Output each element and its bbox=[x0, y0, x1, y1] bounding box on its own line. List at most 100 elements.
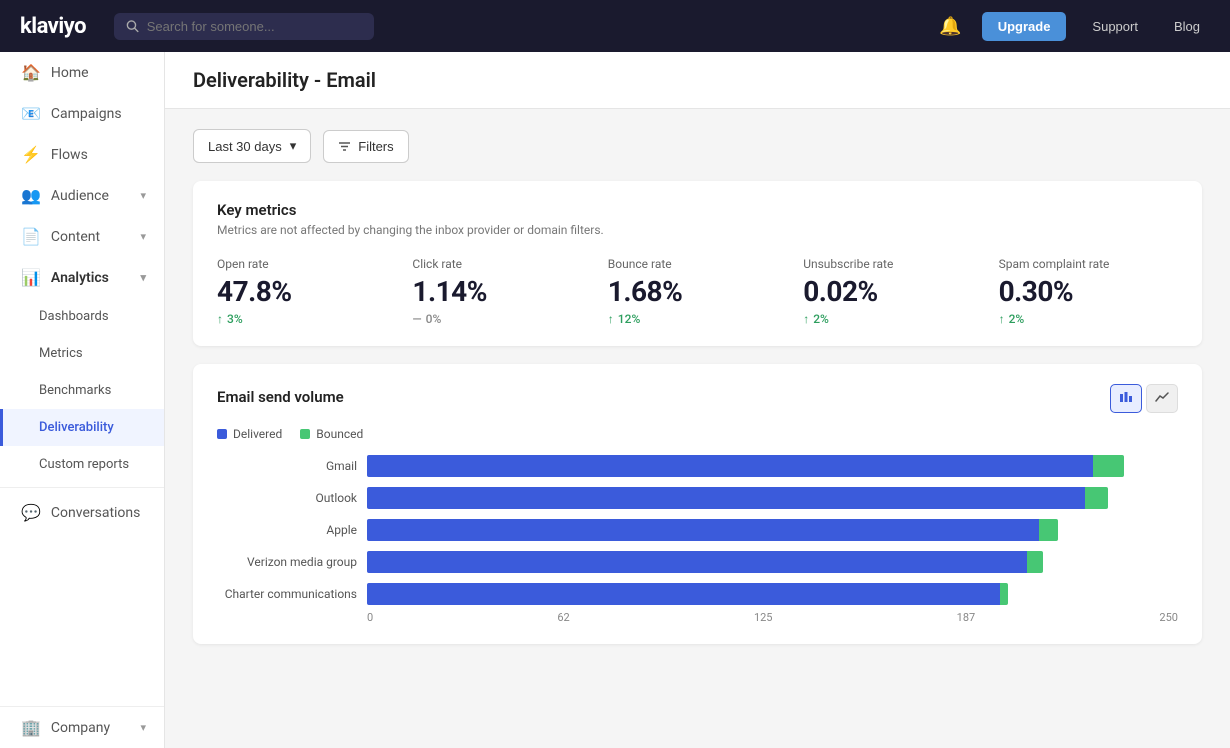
page-body: Last 30 days ▾ Filters Key metrics Metri… bbox=[165, 109, 1230, 664]
sidebar-item-label: Content bbox=[51, 229, 100, 245]
sidebar-item-benchmarks[interactable]: Benchmarks bbox=[0, 372, 164, 409]
metric-spam-rate: Spam complaint rate 0.30% ↑ 2% bbox=[999, 257, 1178, 326]
sidebar-item-deliverability[interactable]: Deliverability bbox=[0, 409, 164, 446]
bar-track bbox=[367, 519, 1178, 541]
key-metrics-title: Key metrics bbox=[217, 201, 1178, 219]
bar-chart-icon bbox=[1119, 390, 1133, 404]
x-axis: 062125187250 bbox=[217, 611, 1178, 624]
bar-fill-delivered bbox=[367, 519, 1039, 541]
x-axis-tick: 250 bbox=[1159, 611, 1178, 624]
bar-track bbox=[367, 487, 1178, 509]
email-volume-card: Email send volume bbox=[193, 364, 1202, 644]
sidebar-item-home[interactable]: 🏠 Home bbox=[0, 52, 164, 93]
x-axis-tick: 187 bbox=[957, 611, 976, 624]
bar-fill-bounced bbox=[1093, 455, 1124, 477]
search-input[interactable] bbox=[147, 19, 362, 34]
bar-row: Verizon media group bbox=[217, 551, 1178, 573]
bar-label: Outlook bbox=[217, 491, 357, 505]
filter-row: Last 30 days ▾ Filters bbox=[193, 129, 1202, 163]
metric-value: 1.68% bbox=[608, 275, 787, 308]
bar-chart: Gmail Outlook Apple Verizon media group Char… bbox=[217, 455, 1178, 605]
sidebar-item-label: Custom reports bbox=[39, 457, 129, 472]
metric-label: Click rate bbox=[412, 257, 591, 271]
legend-bounced-label: Bounced bbox=[316, 427, 363, 441]
sidebar-item-label: Flows bbox=[51, 147, 88, 163]
sidebar-item-company[interactable]: 🏢 Company ▾ bbox=[0, 707, 164, 748]
notification-bell-icon[interactable]: 🔔 bbox=[935, 12, 965, 41]
sidebar-item-label: Conversations bbox=[51, 505, 140, 521]
arrow-flat-icon: — bbox=[412, 312, 421, 326]
bar-row: Charter communications bbox=[217, 583, 1178, 605]
bar-label: Charter communications bbox=[217, 587, 357, 601]
sidebar-item-campaigns[interactable]: 📧 Campaigns bbox=[0, 93, 164, 134]
filters-button[interactable]: Filters bbox=[323, 130, 408, 163]
sidebar-item-label: Benchmarks bbox=[39, 383, 111, 398]
metric-label: Spam complaint rate bbox=[999, 257, 1178, 271]
metric-value: 47.8% bbox=[217, 275, 396, 308]
bar-fill-bounced bbox=[1085, 487, 1108, 509]
chart-legend: Delivered Bounced bbox=[217, 427, 1178, 441]
sidebar-item-analytics[interactable]: 📊 Analytics ▾ bbox=[0, 257, 164, 298]
chart-controls bbox=[1110, 384, 1178, 413]
metric-label: Unsubscribe rate bbox=[803, 257, 982, 271]
sidebar-item-audience[interactable]: 👥 Audience ▾ bbox=[0, 175, 164, 216]
analytics-icon: 📊 bbox=[21, 268, 41, 287]
filters-label: Filters bbox=[358, 139, 393, 154]
blog-button[interactable]: Blog bbox=[1164, 13, 1210, 40]
sidebar-item-label: Analytics bbox=[51, 270, 109, 286]
chevron-right-icon: ▾ bbox=[140, 721, 146, 734]
volume-card-header: Email send volume bbox=[217, 384, 1178, 413]
bar-fill-bounced bbox=[1039, 519, 1058, 541]
sidebar-item-flows[interactable]: ⚡ Flows bbox=[0, 134, 164, 175]
legend-bounced: Bounced bbox=[300, 427, 363, 441]
x-axis-labels: 062125187250 bbox=[367, 611, 1178, 624]
bar-chart-button[interactable] bbox=[1110, 384, 1142, 413]
legend-delivered-dot bbox=[217, 429, 227, 439]
bar-row: Gmail bbox=[217, 455, 1178, 477]
content-area: Deliverability - Email Last 30 days ▾ Fi… bbox=[165, 52, 1230, 748]
sidebar-item-label: Metrics bbox=[39, 346, 83, 361]
arrow-up-icon: ↑ bbox=[999, 312, 1005, 326]
metric-change: ↑ 2% bbox=[999, 312, 1178, 326]
sidebar-item-label: Deliverability bbox=[39, 420, 114, 435]
metric-click-rate: Click rate 1.14% — 0% bbox=[412, 257, 591, 326]
sidebar-item-content[interactable]: 📄 Content ▾ bbox=[0, 216, 164, 257]
logo: klaviyo bbox=[20, 14, 86, 39]
bar-track bbox=[367, 551, 1178, 573]
sidebar-bottom: 🏢 Company ▾ bbox=[0, 706, 164, 748]
sidebar-item-conversations[interactable]: 💬 Conversations bbox=[0, 492, 164, 533]
chevron-down-icon: ▾ bbox=[290, 138, 297, 154]
metric-value: 0.02% bbox=[803, 275, 982, 308]
page-title: Deliverability - Email bbox=[193, 68, 1202, 92]
support-button[interactable]: Support bbox=[1082, 13, 1148, 40]
legend-bounced-dot bbox=[300, 429, 310, 439]
metric-change: ↑ 12% bbox=[608, 312, 787, 326]
line-chart-button[interactable] bbox=[1146, 384, 1178, 413]
sidebar-item-label: Audience bbox=[51, 188, 109, 204]
metric-value: 0.30% bbox=[999, 275, 1178, 308]
metric-change: ↑ 2% bbox=[803, 312, 982, 326]
upgrade-button[interactable]: Upgrade bbox=[982, 12, 1067, 41]
filter-icon bbox=[338, 140, 351, 153]
sidebar-item-metrics[interactable]: Metrics bbox=[0, 335, 164, 372]
top-navigation: klaviyo 🔔 Upgrade Support Blog bbox=[0, 0, 1230, 52]
bar-track bbox=[367, 583, 1178, 605]
sidebar-item-dashboards[interactable]: Dashboards bbox=[0, 298, 164, 335]
arrow-up-icon: ↑ bbox=[217, 312, 223, 326]
sidebar-item-label: Campaigns bbox=[51, 106, 122, 122]
logo-text: klaviyo bbox=[20, 14, 86, 39]
bar-track bbox=[367, 455, 1178, 477]
search-bar[interactable] bbox=[114, 13, 374, 40]
sidebar: 🏠 Home 📧 Campaigns ⚡ Flows 👥 Audience ▾ … bbox=[0, 52, 165, 748]
bar-label: Apple bbox=[217, 523, 357, 537]
metric-label: Open rate bbox=[217, 257, 396, 271]
bar-fill-delivered bbox=[367, 487, 1085, 509]
bar-row: Outlook bbox=[217, 487, 1178, 509]
sidebar-item-custom-reports[interactable]: Custom reports bbox=[0, 446, 164, 483]
x-axis-tick: 125 bbox=[754, 611, 773, 624]
company-icon: 🏢 bbox=[21, 718, 41, 737]
bar-label: Verizon media group bbox=[217, 555, 357, 569]
bar-fill-delivered bbox=[367, 455, 1093, 477]
date-range-picker[interactable]: Last 30 days ▾ bbox=[193, 129, 311, 163]
bar-fill-bounced bbox=[1027, 551, 1042, 573]
